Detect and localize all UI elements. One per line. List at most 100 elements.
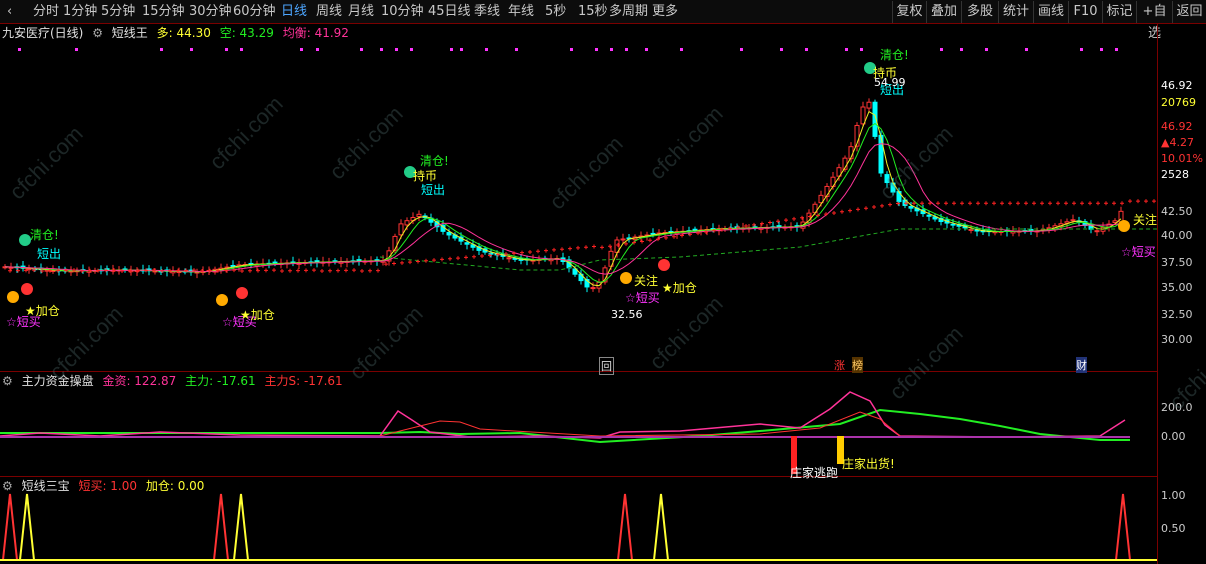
support-cross xyxy=(344,268,348,273)
support-cross xyxy=(968,201,972,206)
signal-icon xyxy=(236,287,248,299)
period-tab-7[interactable]: 周线 xyxy=(316,3,342,21)
candle[interactable] xyxy=(926,214,932,217)
support-cross xyxy=(1016,201,1020,206)
duanmai-signal: ☆短买 xyxy=(625,291,660,305)
support-cross xyxy=(1008,201,1012,206)
settings-icon[interactable]: ⚙ xyxy=(2,374,13,388)
event-marker-cai[interactable]: 财 xyxy=(1076,357,1087,373)
support-cross xyxy=(648,238,652,243)
candle[interactable] xyxy=(398,223,404,236)
support-cross xyxy=(448,256,452,261)
qingcang-signal: 清仓! xyxy=(30,228,59,242)
support-cross xyxy=(392,261,396,266)
toolbar-button-1[interactable]: 叠加 xyxy=(926,1,961,23)
support-cross xyxy=(264,268,268,273)
y-tick: 0.50 xyxy=(1161,522,1186,535)
signal-dot xyxy=(316,48,319,51)
candle[interactable] xyxy=(878,134,884,174)
period-tab-12[interactable]: 年线 xyxy=(508,3,534,21)
signal-spike xyxy=(233,493,249,561)
candle[interactable] xyxy=(506,257,512,260)
candle[interactable] xyxy=(620,238,626,241)
support-cross xyxy=(96,268,100,273)
toolbar-button-7[interactable]: +自选 xyxy=(1136,1,1172,41)
toolbar-button-6[interactable]: 标记 xyxy=(1102,1,1136,23)
settings-icon[interactable]: ⚙ xyxy=(2,479,13,493)
period-tab-8[interactable]: 月线 xyxy=(348,3,374,21)
support-cross xyxy=(1040,201,1044,206)
candle[interactable] xyxy=(464,242,470,245)
candle[interactable] xyxy=(590,287,596,290)
period-tab-1[interactable]: 1分钟 xyxy=(63,3,97,21)
support-cross xyxy=(328,268,332,273)
period-tab-16[interactable]: 更多 xyxy=(652,3,678,21)
candle[interactable] xyxy=(1070,219,1076,222)
support-cross xyxy=(784,218,788,223)
toolbar-button-2[interactable]: 多股 xyxy=(961,1,998,23)
event-marker-bang[interactable]: 榜 xyxy=(852,357,863,373)
support-cross xyxy=(480,254,484,259)
period-tab-2[interactable]: 5分钟 xyxy=(101,3,135,21)
candle[interactable] xyxy=(650,232,656,235)
period-tab-13[interactable]: 5秒 xyxy=(545,3,566,21)
signal-dot xyxy=(780,48,783,51)
signal-icon xyxy=(216,294,228,306)
support-cross xyxy=(248,268,252,273)
candle[interactable] xyxy=(968,228,974,231)
period-tab-11[interactable]: 季线 xyxy=(474,3,500,21)
settings-icon[interactable]: ⚙ xyxy=(92,26,103,40)
support-cross xyxy=(544,248,548,253)
support-cross xyxy=(536,249,540,254)
event-marker-zhang[interactable]: 涨 xyxy=(834,357,845,373)
period-tab-10[interactable]: 45日线 xyxy=(428,3,471,21)
signal-dot xyxy=(160,48,163,51)
candle[interactable] xyxy=(950,223,956,226)
support-cross xyxy=(360,268,364,273)
candle[interactable] xyxy=(1094,230,1100,233)
signal-dot xyxy=(740,48,743,51)
candle[interactable] xyxy=(416,213,422,217)
period-tab-6[interactable]: 日线 xyxy=(281,3,307,21)
period-tab-0[interactable]: 分时 xyxy=(33,3,59,21)
toolbar-button-8[interactable]: 返回 xyxy=(1172,1,1206,23)
signal-dot xyxy=(1115,48,1118,51)
toolbar-button-3[interactable]: 统计 xyxy=(998,1,1033,23)
candle[interactable] xyxy=(866,101,872,109)
support-cross xyxy=(456,256,460,261)
period-tab-4[interactable]: 30分钟 xyxy=(189,3,232,21)
support-cross xyxy=(768,220,772,225)
support-cross xyxy=(920,201,924,206)
toolbar-button-0[interactable]: 复权 xyxy=(892,1,926,23)
change-label: ▲4.27 xyxy=(1161,136,1194,149)
signal-dot xyxy=(985,48,988,51)
support-cross xyxy=(576,245,580,250)
y-tick: 30.00 xyxy=(1161,333,1193,346)
period-tab-9[interactable]: 10分钟 xyxy=(381,3,424,21)
low-price-label: 32.56 xyxy=(611,308,643,321)
support-cross xyxy=(848,208,852,213)
support-cross xyxy=(960,201,964,206)
period-tab-14[interactable]: 15秒 xyxy=(578,3,608,21)
toolbar-button-4[interactable]: 画线 xyxy=(1033,1,1068,23)
period-tab-3[interactable]: 15分钟 xyxy=(142,3,185,21)
candle[interactable] xyxy=(26,268,32,271)
period-tab-5[interactable]: 60分钟 xyxy=(233,3,276,21)
event-marker-hui[interactable]: 回 xyxy=(599,357,614,375)
period-tab-15[interactable]: 多周期 xyxy=(609,3,648,21)
high-price-label: 54.99 xyxy=(874,76,906,89)
duanchu-signal: 短出 xyxy=(37,247,62,261)
support-cross xyxy=(1088,201,1092,206)
percent-label: 10.01% xyxy=(1161,152,1203,165)
signal-dot xyxy=(595,48,598,51)
candle[interactable] xyxy=(404,220,410,226)
candle[interactable] xyxy=(446,231,452,236)
signal-dot xyxy=(625,48,628,51)
candle[interactable] xyxy=(860,106,866,125)
signal-dot xyxy=(410,48,413,51)
signal-icon xyxy=(658,259,670,271)
toolbar-button-5[interactable]: F10 xyxy=(1068,1,1102,23)
support-cross xyxy=(856,207,860,212)
candle[interactable] xyxy=(908,206,914,209)
chevron-left-icon[interactable]: ‹ xyxy=(7,3,12,21)
